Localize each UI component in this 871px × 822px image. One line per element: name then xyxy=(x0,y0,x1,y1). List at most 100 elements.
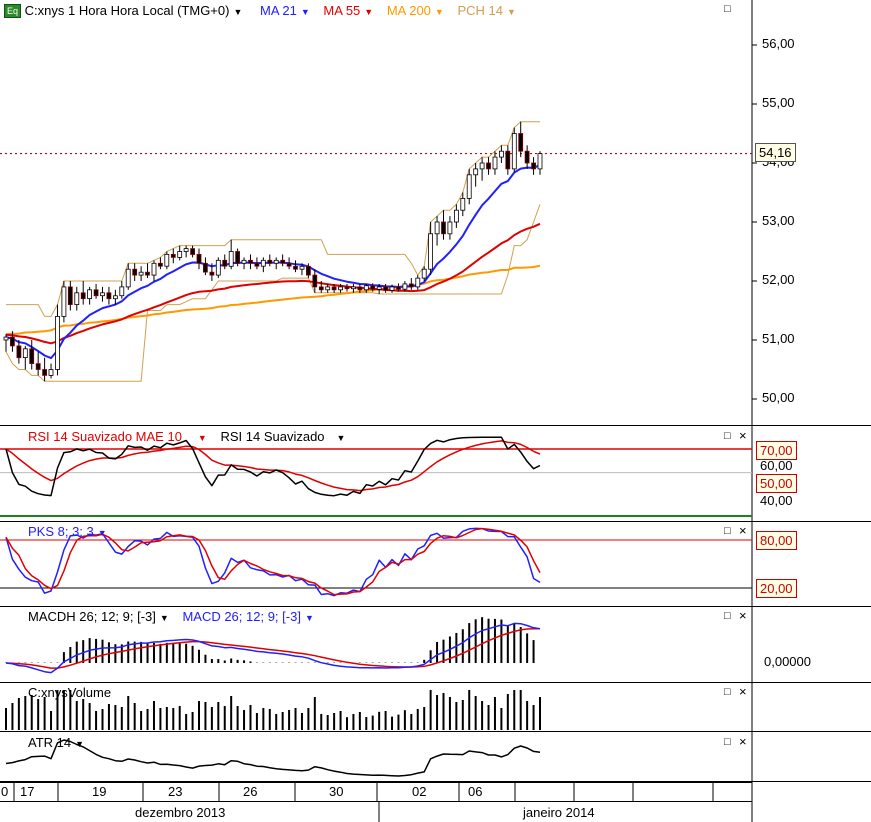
candle-body xyxy=(486,162,491,170)
candle-body xyxy=(505,150,511,170)
candle-body xyxy=(325,286,331,291)
symbol-label[interactable]: C:xnys 1 Hora Hora Local (TMG+0) xyxy=(25,3,230,18)
time-axis[interactable]: 0 17 19 23 26 30 02 06 dezembro 2013 jan… xyxy=(0,782,871,822)
pch-upper-line xyxy=(6,121,540,317)
candle-body xyxy=(61,286,67,317)
rsi-mae-dropdown-icon[interactable]: ▼ xyxy=(198,433,207,443)
macd-zero-tick: 0,00000 xyxy=(764,654,811,669)
price-legend: Eq C:xnys 1 Hora Hora Local (TMG+0) ▼ MA … xyxy=(4,3,516,20)
pks-level-20: 20,00 xyxy=(756,579,797,598)
rsi-pane[interactable]: RSI 14 Suavizado MAE 10 ▼ RSI 14 Suavizad… xyxy=(0,426,871,522)
close-pane-icon[interactable]: × xyxy=(739,735,747,748)
candle-body xyxy=(344,286,350,290)
candle-body xyxy=(235,251,241,264)
candle-body xyxy=(260,259,266,267)
candle-body xyxy=(363,285,369,291)
pks-label[interactable]: PKS 8; 3; 3 xyxy=(28,524,94,539)
pks-level-80: 80,00 xyxy=(756,531,797,550)
candle-body xyxy=(100,292,105,297)
ma55-line xyxy=(5,222,541,345)
volume-pane[interactable]: C:xnysVolume □ × xyxy=(0,683,871,732)
ma55-dropdown-icon[interactable]: ▼ xyxy=(364,7,373,17)
day-label: 0 xyxy=(1,784,9,799)
rsi-level-50: 50,00 xyxy=(756,474,797,493)
candle-body xyxy=(87,289,92,299)
symbol-dropdown-icon[interactable]: ▼ xyxy=(233,7,242,17)
atr-pane[interactable]: ATR 14 ▼ □ × xyxy=(0,732,871,782)
time-axis-grid xyxy=(0,782,753,822)
close-pane-icon[interactable]: × xyxy=(739,524,747,537)
candle-body xyxy=(80,292,86,300)
candle-body xyxy=(93,289,99,297)
macdh-label[interactable]: MACDH 26; 12; 9; [-3] xyxy=(28,609,156,624)
maximize-pane-icon[interactable]: □ xyxy=(724,737,731,748)
ma200-dropdown-icon[interactable]: ▼ xyxy=(435,7,444,17)
maximize-pane-icon[interactable]: □ xyxy=(724,431,731,442)
ma200-label[interactable]: MA 200 xyxy=(387,3,431,18)
candle-body xyxy=(280,259,286,264)
candle-body xyxy=(209,271,215,276)
price-tick: 55,00 xyxy=(762,95,795,110)
pks-dropdown-icon[interactable]: ▼ xyxy=(98,528,107,538)
candle-body xyxy=(415,277,421,288)
candle-body xyxy=(338,286,344,291)
candle-body xyxy=(312,274,318,288)
price-chart[interactable] xyxy=(0,0,871,426)
candle-body xyxy=(492,156,498,170)
pch14-label[interactable]: PCH 14 xyxy=(457,3,503,18)
rsi-smoothed-mae-label[interactable]: RSI 14 Suavizado MAE 10 xyxy=(28,429,182,444)
candle-body xyxy=(350,286,356,290)
candle-body xyxy=(67,286,73,305)
close-pane-icon[interactable]: × xyxy=(739,429,747,442)
candle-body xyxy=(196,253,202,264)
volume-label[interactable]: C:xnysVolume xyxy=(28,685,111,700)
candle-body xyxy=(22,348,28,358)
candle-body xyxy=(441,221,446,235)
candle-body xyxy=(453,209,459,223)
ma21-dropdown-icon[interactable]: ▼ xyxy=(301,7,310,17)
rsi-tick-60: 60,00 xyxy=(760,458,793,473)
macdh-dropdown-icon[interactable]: ▼ xyxy=(160,613,169,623)
atr-dropdown-icon[interactable]: ▼ xyxy=(75,739,84,749)
pks-legend: PKS 8; 3; 3 ▼ xyxy=(28,524,107,541)
candle-body xyxy=(331,286,337,291)
pch-lower-line xyxy=(5,204,541,382)
maximize-pane-icon[interactable]: □ xyxy=(724,687,731,698)
candle-body xyxy=(286,262,292,267)
price-pane[interactable]: Eq C:xnys 1 Hora Hora Local (TMG+0) ▼ MA … xyxy=(0,0,871,426)
macd-pane[interactable]: MACDH 26; 12; 9; [-3] ▼ MACD 26; 12; 9; [… xyxy=(0,607,871,683)
candle-body xyxy=(524,150,530,164)
ma21-label[interactable]: MA 21 xyxy=(260,3,297,18)
candle-body xyxy=(434,221,440,235)
ma55-label[interactable]: MA 55 xyxy=(323,3,360,18)
pch14-dropdown-icon[interactable]: ▼ xyxy=(507,7,516,17)
macd-label[interactable]: MACD 26; 12; 9; [-3] xyxy=(182,609,301,624)
atr-label[interactable]: ATR 14 xyxy=(28,735,71,750)
rsi-legend: RSI 14 Suavizado MAE 10 ▼ RSI 14 Suavizad… xyxy=(28,429,345,446)
candle-body xyxy=(16,345,22,359)
maximize-pane-icon[interactable]: □ xyxy=(724,4,731,15)
candle-body xyxy=(228,251,234,267)
close-pane-icon[interactable]: × xyxy=(739,609,747,622)
candle-body xyxy=(151,262,157,276)
candle-body xyxy=(511,133,517,170)
rsi-dropdown-icon[interactable]: ▼ xyxy=(337,433,346,443)
candle-body xyxy=(447,221,453,235)
rsi-smoothed-label[interactable]: RSI 14 Suavizado xyxy=(220,429,324,444)
candle-body xyxy=(473,168,479,176)
candle-body xyxy=(42,369,47,376)
candle-body xyxy=(402,283,408,290)
maximize-pane-icon[interactable]: □ xyxy=(724,526,731,537)
day-label: 30 xyxy=(329,784,344,799)
candle-body xyxy=(119,286,125,297)
day-label: 17 xyxy=(20,784,35,799)
close-pane-icon[interactable]: × xyxy=(739,685,747,698)
candle-body xyxy=(305,265,311,276)
maximize-pane-icon[interactable]: □ xyxy=(724,611,731,622)
price-tick: 56,00 xyxy=(762,36,795,51)
candle-body xyxy=(254,262,260,267)
equity-icon: Eq xyxy=(4,4,22,18)
macd-dropdown-icon[interactable]: ▼ xyxy=(305,613,314,623)
candle-body xyxy=(215,259,221,276)
pks-pane[interactable]: PKS 8; 3; 3 ▼ □ × 80,00 20,00 xyxy=(0,522,871,607)
